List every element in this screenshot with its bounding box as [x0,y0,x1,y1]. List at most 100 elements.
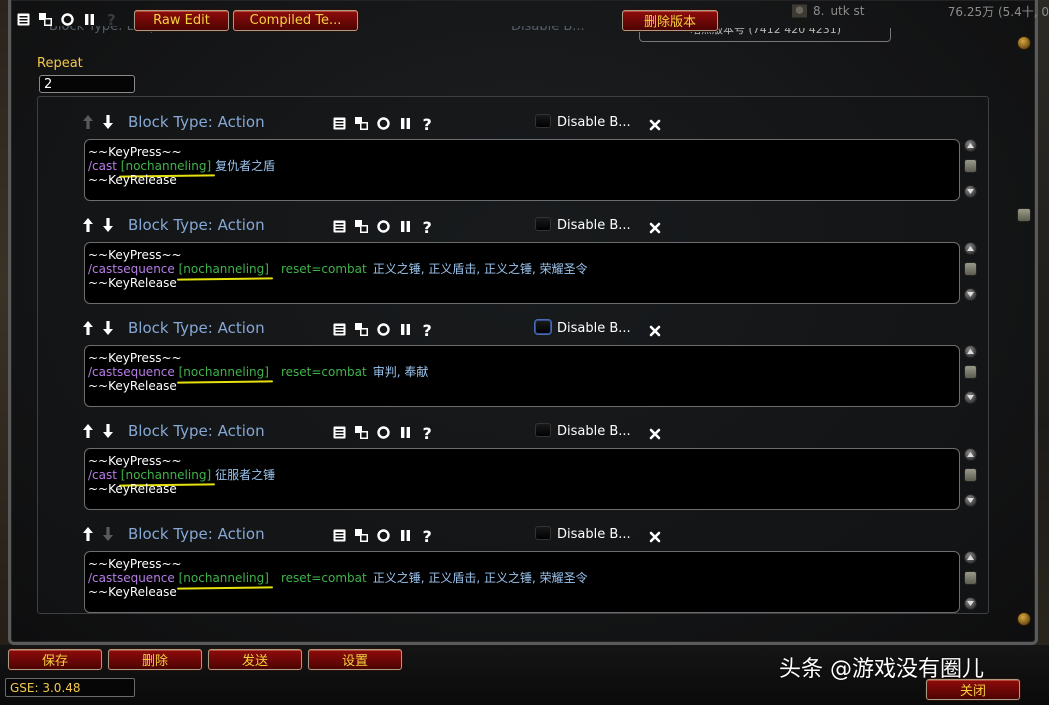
macro-condition: [nochanneling] [120,159,212,173]
circle-icon[interactable] [376,219,391,234]
editor-scrollbar[interactable] [964,345,978,407]
close-x-icon[interactable] [649,528,661,543]
list-icon[interactable] [332,528,347,543]
pause-icon[interactable] [82,12,97,27]
editor-scrollbar[interactable] [964,139,978,201]
circle-icon[interactable] [376,322,391,337]
main-scroll-down-button[interactable] [1017,612,1031,626]
help-icon[interactable]: ? [420,528,435,544]
arrow-down-icon[interactable] [102,115,114,129]
arrow-up-icon[interactable] [82,527,94,541]
editor-scrollbar[interactable] [964,551,978,613]
arrow-down-icon[interactable] [102,218,114,232]
copy-icon[interactable] [354,322,369,337]
close-x-icon[interactable] [649,116,661,131]
close-x-icon[interactable] [649,322,661,337]
close-x-icon[interactable] [649,219,661,234]
macro-spells: 复仇者之盾 [215,159,276,173]
help-icon[interactable]: ? [104,12,119,27]
editor-scroll-thumb[interactable] [964,571,977,585]
arrow-up-icon[interactable] [82,424,94,438]
macro-editor[interactable]: ~~KeyPress~~ /cast [nochanneling] 征服者之锤 ~… [84,448,960,510]
editor-scroll-down-button[interactable] [964,391,977,404]
send-button[interactable]: 发送 [208,649,302,670]
copy-icon[interactable] [38,12,53,27]
disable-block-checkbox[interactable] [535,217,551,231]
editor-scroll-thumb[interactable] [964,159,977,173]
macro-command-line: /castsequence [nochanneling] reset=combat… [88,262,959,276]
circle-icon[interactable] [376,528,391,543]
help-icon[interactable]: ? [420,116,435,132]
help-icon[interactable]: ? [420,322,435,338]
list-icon[interactable] [332,219,347,234]
editor-scroll-up-button[interactable] [964,345,977,358]
editor-scroll-thumb[interactable] [964,365,977,379]
macro-editor[interactable]: ~~KeyPress~~ /cast [nochanneling] 复仇者之盾 ~… [84,139,960,201]
close-x-icon[interactable] [649,425,661,440]
macro-editor[interactable]: ~~KeyPress~~ /castsequence [nochanneling… [84,242,960,304]
editor-scroll-up-button[interactable] [964,448,977,461]
macro-editor[interactable]: ~~KeyPress~~ /castsequence [nochanneling… [84,551,960,613]
list-icon[interactable] [332,425,347,440]
block-type-label: Block Type: Action [128,422,265,440]
list-icon[interactable] [16,12,31,27]
pause-icon[interactable] [398,116,413,131]
copy-icon[interactable] [354,219,369,234]
circle-icon[interactable] [376,425,391,440]
compiled-template-button[interactable]: Compiled Te... [233,10,358,31]
copy-icon[interactable] [354,116,369,131]
save-button[interactable]: 保存 [8,649,102,670]
list-icon[interactable] [332,322,347,337]
arrow-down-icon[interactable] [102,527,114,541]
settings-button[interactable]: 设置 [308,649,402,670]
editor-scroll-thumb[interactable] [964,468,977,482]
macro-reset: reset=combat [280,571,367,585]
editor-scroll-thumb[interactable] [964,262,977,276]
copy-icon[interactable] [354,425,369,440]
editor-scroll-down-button[interactable] [964,288,977,301]
arrow-down-icon[interactable] [102,321,114,335]
editor-scroll-down-button[interactable] [964,597,977,610]
pause-icon[interactable] [398,322,413,337]
list-icon[interactable] [332,116,347,131]
editor-scroll-down-button[interactable] [964,185,977,198]
repeat-input[interactable] [39,75,135,93]
circle-icon[interactable] [376,116,391,131]
keypress-line: ~~KeyPress~~ [88,351,182,365]
disable-block-label: Disable B... [557,424,631,439]
block-type-label: Block Type: Action [128,113,265,131]
disable-block-checkbox[interactable] [535,114,551,128]
action-block-1: Block Type: Action ? Disable B... ~~KeyP… [38,103,988,206]
raw-edit-button[interactable]: Raw Edit [134,10,229,31]
disable-block-label: Disable B... [557,218,631,233]
editor-scrollbar[interactable] [964,242,978,304]
macro-editor[interactable]: ~~KeyPress~~ /castsequence [nochanneling… [84,345,960,407]
svg-text:?: ? [422,322,431,338]
keyrelease-line: ~~KeyRelease [88,482,177,496]
arrow-up-icon[interactable] [82,218,94,232]
pause-icon[interactable] [398,425,413,440]
delete-version-button[interactable]: 删除版本 [622,10,718,31]
editor-scroll-up-button[interactable] [964,139,977,152]
copy-icon[interactable] [354,528,369,543]
main-scroll-thumb[interactable] [1017,208,1031,222]
pause-icon[interactable] [398,528,413,543]
help-icon[interactable]: ? [420,219,435,235]
arrow-up-icon[interactable] [82,115,94,129]
main-scroll-up-button[interactable] [1017,36,1031,50]
editor-scrollbar[interactable] [964,448,978,510]
svg-text:?: ? [422,425,431,441]
disable-block-checkbox[interactable] [535,320,551,334]
disable-block-checkbox[interactable] [535,423,551,437]
delete-button[interactable]: 删除 [108,649,202,670]
circle-icon[interactable] [60,12,75,27]
arrow-up-icon[interactable] [82,321,94,335]
editor-scroll-up-button[interactable] [964,242,977,255]
disable-block-checkbox[interactable] [535,526,551,540]
disable-block-label: Disable B... [557,527,631,542]
pause-icon[interactable] [398,219,413,234]
arrow-down-icon[interactable] [102,424,114,438]
help-icon[interactable]: ? [420,425,435,441]
editor-scroll-down-button[interactable] [964,494,977,507]
editor-scroll-up-button[interactable] [964,551,977,564]
